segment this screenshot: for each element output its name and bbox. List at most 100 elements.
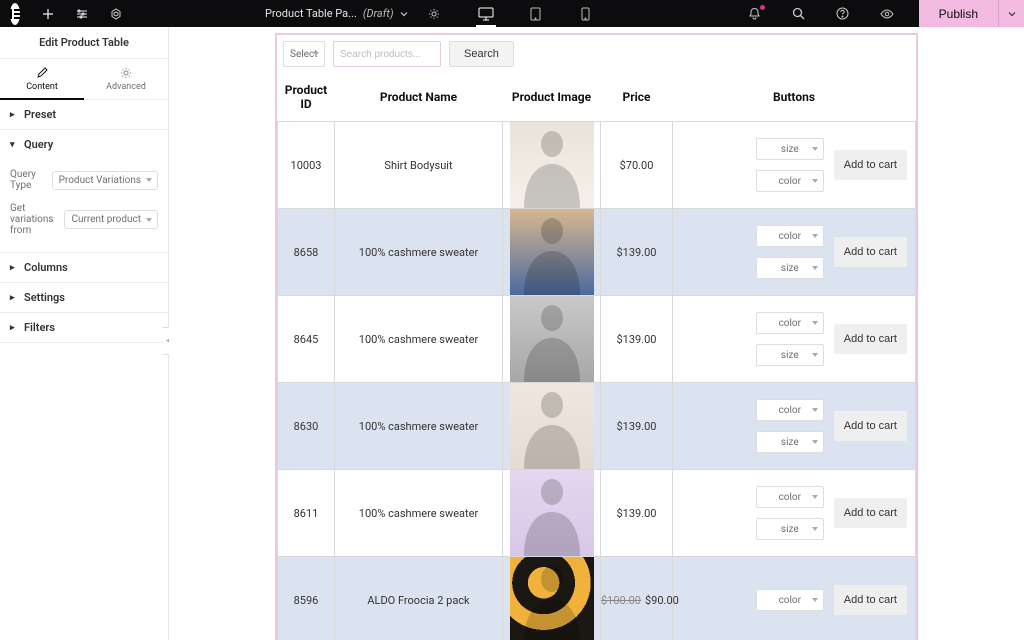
add-to-cart-button[interactable]: Add to cart bbox=[834, 585, 907, 615]
color-variation-select[interactable]: color bbox=[756, 312, 824, 334]
size-variation-select[interactable]: size bbox=[756, 344, 824, 366]
price-current: $139.00 bbox=[617, 333, 657, 346]
col-header-price[interactable]: Price bbox=[601, 73, 673, 122]
table-row: 10003Shirt Bodysuit$70.00sizecolorAdd to… bbox=[278, 122, 916, 209]
section-columns-label: Columns bbox=[24, 261, 68, 274]
product-table: Product ID Product Name Product Image Pr… bbox=[277, 73, 916, 640]
add-to-cart-button[interactable]: Add to cart bbox=[834, 498, 907, 528]
elementor-logo[interactable] bbox=[10, 3, 20, 25]
product-search-input[interactable] bbox=[340, 49, 434, 60]
cell-price: $139.00 bbox=[601, 296, 673, 383]
col-header-buttons[interactable]: Buttons bbox=[673, 73, 916, 122]
cell-buttons: color size Add to cart bbox=[673, 209, 916, 296]
table-row: 8645100% cashmere sweater $139.00 color siz… bbox=[278, 296, 916, 383]
finder-icon[interactable] bbox=[787, 2, 811, 26]
gear-icon bbox=[120, 67, 132, 79]
size-variation-select[interactable]: size bbox=[756, 257, 824, 279]
section-preset[interactable]: ▸Preset bbox=[0, 100, 168, 129]
cell-product-image bbox=[503, 470, 601, 557]
cell-product-image bbox=[503, 122, 601, 209]
query-type-select[interactable]: Product Variations bbox=[52, 171, 158, 190]
section-query-label: Query bbox=[24, 138, 53, 151]
variations-from-select[interactable]: Current product bbox=[64, 210, 158, 229]
section-settings-label: Settings bbox=[24, 291, 65, 304]
cell-product-image bbox=[503, 557, 601, 640]
section-settings[interactable]: ▸ Settings bbox=[0, 283, 168, 312]
add-to-cart-button[interactable]: Add to cart bbox=[834, 237, 907, 267]
cell-product-id: 8658 bbox=[278, 209, 335, 296]
sidebar-tab-advanced-label: Advanced bbox=[106, 82, 146, 92]
publish-button[interactable]: Publish bbox=[919, 0, 998, 27]
section-preset-label: Preset bbox=[24, 108, 56, 121]
add-to-cart-button[interactable]: Add to cart bbox=[834, 150, 907, 180]
document-draft-badge: (Draft) bbox=[363, 7, 394, 20]
page-settings-icon[interactable] bbox=[422, 2, 446, 26]
color-variation-select[interactable]: color bbox=[756, 170, 824, 192]
preview-icon[interactable] bbox=[875, 2, 899, 26]
publish-options-button[interactable] bbox=[998, 0, 1024, 27]
cell-price: $139.00 bbox=[601, 209, 673, 296]
device-tablet[interactable] bbox=[524, 0, 548, 27]
device-mobile[interactable] bbox=[574, 0, 598, 27]
table-row: 8630100% cashmere sweater$139.00colorsiz… bbox=[278, 383, 916, 470]
size-variation-select[interactable]: size bbox=[756, 518, 824, 540]
chevron-down-icon bbox=[400, 10, 408, 18]
color-variation-select[interactable]: color bbox=[756, 399, 824, 421]
search-button[interactable]: Search bbox=[449, 41, 514, 67]
color-variation-select[interactable]: color bbox=[756, 486, 824, 508]
document-title-text: Product Table Pa... bbox=[265, 7, 357, 20]
variations-from-value: Current product bbox=[71, 214, 141, 225]
sidebar-tab-advanced[interactable]: Advanced bbox=[84, 59, 168, 99]
cell-product-image bbox=[503, 383, 601, 470]
help-icon[interactable] bbox=[831, 2, 855, 26]
cell-buttons: color Add to cart bbox=[673, 557, 916, 640]
col-header-name[interactable]: Product Name bbox=[335, 73, 503, 122]
add-element-icon[interactable] bbox=[42, 2, 54, 26]
product-image-placeholder bbox=[510, 296, 594, 382]
color-variation-select[interactable]: color bbox=[756, 225, 824, 247]
section-filters[interactable]: ▸Filters bbox=[0, 313, 168, 342]
device-desktop[interactable] bbox=[474, 0, 498, 27]
cell-product-image bbox=[503, 296, 601, 383]
add-to-cart-button[interactable]: Add to cart bbox=[834, 324, 907, 354]
price-current: $139.00 bbox=[617, 246, 657, 259]
color-variation-select[interactable]: color bbox=[756, 589, 824, 611]
product-search-field[interactable] bbox=[333, 41, 441, 67]
price-current: $139.00 bbox=[617, 507, 657, 520]
document-title[interactable]: Product Table Pa... (Draft) bbox=[265, 7, 408, 20]
query-type-label: Query Type bbox=[10, 169, 52, 191]
cell-product-id: 8596 bbox=[278, 557, 335, 640]
caret-down-icon: ▾ bbox=[10, 140, 18, 150]
cell-product-id: 8630 bbox=[278, 383, 335, 470]
category-filter-placeholder: Select... bbox=[290, 49, 318, 60]
topbar: Product Table Pa... (Draft) bbox=[0, 0, 1024, 27]
cell-buttons: size color Add to cart bbox=[673, 122, 916, 209]
cell-product-id: 8645 bbox=[278, 296, 335, 383]
table-row: 8596ALDO Froocia 2 pack$100.00$90.00colo… bbox=[278, 557, 916, 640]
cell-buttons: color size Add to cart bbox=[673, 296, 916, 383]
section-query[interactable]: ▾ Query bbox=[0, 130, 168, 159]
size-variation-select[interactable]: size bbox=[756, 431, 824, 453]
structure-icon[interactable] bbox=[76, 2, 88, 26]
section-columns[interactable]: ▸Columns bbox=[0, 253, 168, 282]
sidebar-title: Edit Product Table bbox=[0, 27, 168, 59]
cell-price: $139.00 bbox=[601, 383, 673, 470]
sidebar-tab-content-label: Content bbox=[26, 82, 58, 92]
col-header-image[interactable]: Product Image bbox=[503, 73, 601, 122]
add-to-cart-button[interactable]: Add to cart bbox=[834, 411, 907, 441]
col-header-id[interactable]: Product ID bbox=[278, 73, 335, 122]
product-table-widget[interactable]: Select... Search Product ID Product Name… bbox=[275, 33, 918, 640]
cell-product-id: 10003 bbox=[278, 122, 335, 209]
sidebar-tab-content[interactable]: Content bbox=[0, 59, 84, 100]
caret-right-icon: ▸ bbox=[10, 293, 18, 303]
editor-sidebar: Edit Product Table Content Advanced ▸Pre… bbox=[0, 27, 169, 640]
notifications-icon[interactable] bbox=[743, 2, 767, 26]
cell-buttons: color size Add to cart bbox=[673, 383, 916, 470]
category-filter-select[interactable]: Select... bbox=[283, 41, 325, 67]
cell-product-image bbox=[503, 209, 601, 296]
product-image-placeholder bbox=[510, 557, 594, 640]
size-variation-select[interactable]: size bbox=[756, 138, 824, 160]
cell-product-name: 100% cashmere sweater bbox=[335, 470, 503, 557]
cell-product-name: 100% cashmere sweater bbox=[335, 296, 503, 383]
product-image-placeholder bbox=[510, 470, 594, 556]
